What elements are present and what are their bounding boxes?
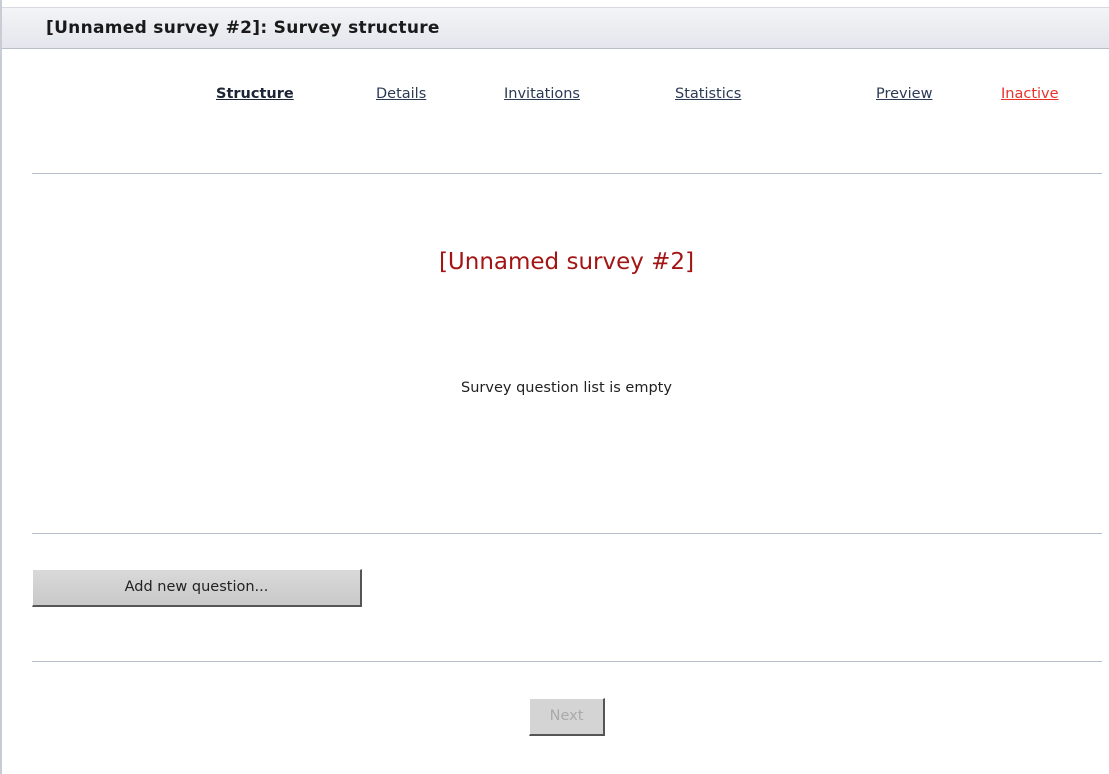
- add-new-question-button[interactable]: Add new question...: [32, 569, 362, 607]
- nav-invitations-link[interactable]: Invitations: [504, 86, 580, 102]
- divider: [32, 533, 1102, 534]
- nav-structure-link[interactable]: Structure: [216, 86, 294, 102]
- survey-status-link[interactable]: Inactive: [1001, 86, 1059, 102]
- nav-details-link[interactable]: Details: [376, 86, 426, 102]
- page-frame: [Unnamed survey #2]: Survey structure St…: [0, 0, 1109, 774]
- nav-statistics-link[interactable]: Statistics: [675, 86, 741, 102]
- title-bar: [Unnamed survey #2]: Survey structure: [2, 7, 1109, 49]
- divider: [32, 173, 1102, 174]
- page-title: [Unnamed survey #2]: Survey structure: [46, 18, 440, 38]
- nav-preview-link[interactable]: Preview: [876, 86, 932, 102]
- survey-name-heading: [Unnamed survey #2]: [438, 249, 695, 275]
- divider: [32, 661, 1102, 662]
- empty-question-list-message: Survey question list is empty: [461, 380, 672, 396]
- next-button[interactable]: Next: [529, 698, 605, 736]
